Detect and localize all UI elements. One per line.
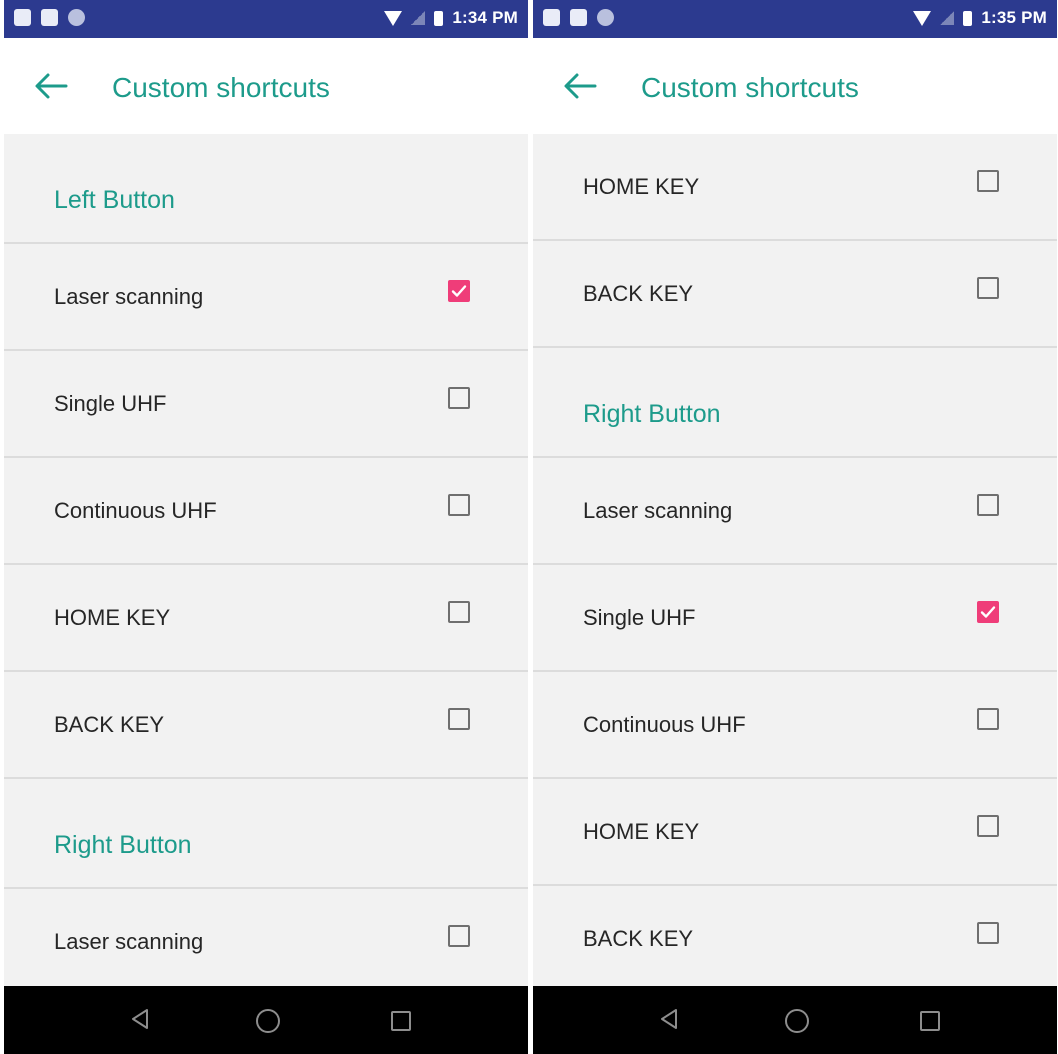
image-icon [41,9,58,26]
list-item[interactable]: BACK KEY [533,241,1057,348]
list-item[interactable]: Laser scanning [4,244,528,351]
list-item-label: Single UHF [54,391,167,416]
app-bar: Custom shortcuts [4,38,528,134]
list-item[interactable]: BACK KEY [533,886,1057,993]
battery-icon [963,10,973,26]
circle-icon [597,9,614,26]
list-item-label: HOME KEY [583,174,700,199]
section-label: Right Button [54,831,192,859]
checkbox[interactable] [977,815,999,837]
list-item[interactable]: Laser scanning [533,458,1057,565]
list-item-label: Continuous UHF [583,712,746,737]
list-item-label: BACK KEY [54,712,165,737]
status-bar: 1:34 PM [4,0,528,38]
section-header-left-button: Left Button [4,134,528,244]
list-item-label: Continuous UHF [54,498,217,523]
back-arrow-icon[interactable] [34,72,68,105]
checkbox[interactable] [448,925,470,947]
section-label: Left Button [54,186,175,214]
back-arrow-icon[interactable] [563,72,597,105]
checkbox[interactable] [977,708,999,730]
nav-recents-icon[interactable] [391,1011,411,1031]
checkbox-checked[interactable] [448,280,470,302]
notification-icon [543,9,560,26]
page-title: Custom shortcuts [112,72,330,103]
list-item-label: HOME KEY [583,819,700,844]
status-time: 1:35 PM [981,8,1047,27]
list-item-label: BACK KEY [583,926,694,951]
nav-back-icon[interactable] [130,1008,150,1035]
navigation-bar [533,986,1057,1054]
section-header-right-button: Right Button [533,348,1057,458]
right-screen: 1:35 PM Custom shortcuts HOME KEY BACK K… [533,0,1057,1054]
signal-icon [940,11,955,25]
section-header-right-button: Right Button [4,779,528,889]
list-item-label: Laser scanning [583,498,733,523]
notification-icon [14,9,31,26]
shortcut-list: HOME KEY BACK KEY Right Button Laser sca… [533,134,1057,993]
list-item-label: Laser scanning [54,284,204,309]
nav-home-icon[interactable] [256,1009,280,1033]
battery-icon [434,10,444,26]
list-item-label: BACK KEY [583,281,694,306]
checkbox[interactable] [977,922,999,944]
list-item[interactable]: HOME KEY [533,134,1057,241]
list-item[interactable]: Continuous UHF [4,458,528,565]
nav-back-icon[interactable] [659,1008,679,1035]
app-bar: Custom shortcuts [533,38,1057,134]
navigation-bar [4,986,528,1054]
left-screen: 1:34 PM Custom shortcuts Left Button Las… [4,0,528,1054]
shortcut-list: Left Button Laser scanning Single UHF Co… [4,134,528,996]
checkbox-checked[interactable] [977,601,999,623]
status-time: 1:34 PM [452,8,518,27]
checkbox[interactable] [448,601,470,623]
nav-home-icon[interactable] [785,1009,809,1033]
list-item[interactable]: BACK KEY [4,672,528,779]
image-icon [570,9,587,26]
nav-recents-icon[interactable] [920,1011,940,1031]
list-item-label: HOME KEY [54,605,171,630]
list-item[interactable]: Continuous UHF [533,672,1057,779]
circle-icon [68,9,85,26]
page-title: Custom shortcuts [641,72,859,103]
wifi-icon [913,10,932,26]
list-item-label: Laser scanning [54,929,204,954]
checkbox[interactable] [977,277,999,299]
list-item[interactable]: Single UHF [533,565,1057,672]
section-label: Right Button [583,400,721,428]
list-item[interactable]: HOME KEY [4,565,528,672]
list-item[interactable]: Laser scanning [4,889,528,996]
checkbox[interactable] [977,170,999,192]
checkbox[interactable] [977,494,999,516]
checkbox[interactable] [448,387,470,409]
checkbox[interactable] [448,494,470,516]
list-item[interactable]: Single UHF [4,351,528,458]
checkbox[interactable] [448,708,470,730]
status-bar: 1:35 PM [533,0,1057,38]
list-item-label: Single UHF [583,605,696,630]
signal-icon [411,11,426,25]
wifi-icon [384,10,403,26]
list-item[interactable]: HOME KEY [533,779,1057,886]
